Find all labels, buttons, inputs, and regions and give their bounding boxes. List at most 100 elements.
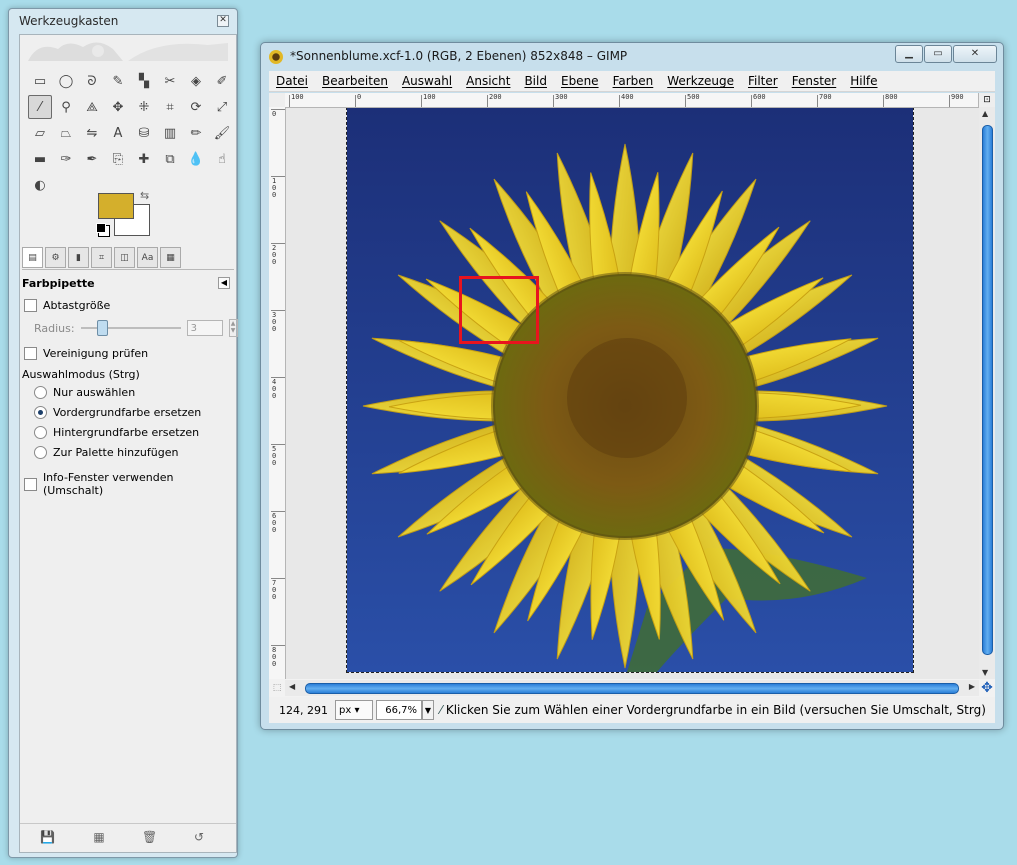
- align-icon[interactable]: ⁜: [132, 95, 156, 119]
- menu-datei[interactable]: Datei: [269, 74, 315, 88]
- radius-slider[interactable]: [80, 320, 181, 336]
- pick-mode-option[interactable]: Hintergrundfarbe ersetzen: [34, 426, 199, 439]
- menu-bearbeiten[interactable]: Bearbeiten: [315, 74, 395, 88]
- blur-icon[interactable]: 💧: [184, 147, 208, 171]
- info-window-row[interactable]: Info-Fenster verwenden (Umschalt): [24, 471, 236, 497]
- sample-merged-row[interactable]: Vereinigung prüfen: [24, 347, 148, 360]
- menu-ansicht[interactable]: Ansicht: [459, 74, 517, 88]
- foreground-color-swatch[interactable]: [98, 193, 134, 219]
- toolbox-close-button[interactable]: ✕: [217, 15, 229, 27]
- wilber-drop-area-icon[interactable]: [28, 39, 228, 61]
- ellipse-select-icon[interactable]: ◯: [54, 69, 78, 93]
- tool-options-tab[interactable]: ▤: [22, 247, 43, 268]
- flip-icon[interactable]: ⇋: [80, 121, 104, 145]
- scroll-left-icon[interactable]: ◀: [289, 682, 295, 691]
- bucket-fill-icon[interactable]: ⛁: [132, 121, 156, 145]
- pick-mode-radio[interactable]: [34, 406, 47, 419]
- pick-mode-option[interactable]: Nur auswählen: [34, 386, 135, 399]
- measure-icon[interactable]: ⟁: [80, 95, 104, 119]
- free-select-icon[interactable]: ᘐ: [80, 69, 104, 93]
- horizontal-ruler[interactable]: 100 0 100 200 300 400 500 600 700 800 900: [285, 93, 979, 108]
- swap-colors-icon[interactable]: ⇆: [140, 189, 149, 202]
- menu-filter[interactable]: Filter: [741, 74, 785, 88]
- menu-werkzeuge[interactable]: Werkzeuge: [660, 74, 741, 88]
- paintbrush-icon[interactable]: 🖌: [210, 121, 234, 145]
- perspective-icon[interactable]: ⏢: [54, 121, 78, 145]
- pick-mode-radio[interactable]: [34, 426, 47, 439]
- menu-ebene[interactable]: Ebene: [554, 74, 606, 88]
- sample-merged-checkbox[interactable]: [24, 347, 37, 360]
- select-by-color-icon[interactable]: ▚: [132, 69, 156, 93]
- pick-mode-radio[interactable]: [34, 386, 47, 399]
- rotate-icon[interactable]: ⟳: [184, 95, 208, 119]
- scale-icon[interactable]: ⤢: [210, 95, 234, 119]
- gradients-tab[interactable]: ▦: [160, 247, 181, 268]
- fonts-tab[interactable]: Aa: [137, 247, 158, 268]
- save-options-icon[interactable]: 💾: [40, 830, 55, 844]
- reset-options-icon[interactable]: ↺: [192, 830, 206, 844]
- pencil-icon[interactable]: ✏: [184, 121, 208, 145]
- menu-fenster[interactable]: Fenster: [785, 74, 844, 88]
- fuzzy-select-icon[interactable]: ✎: [106, 69, 130, 93]
- crop-icon[interactable]: ⌗: [158, 95, 182, 119]
- radius-spin-arrows-icon[interactable]: ▲ ▼: [228, 319, 238, 337]
- rect-select-icon[interactable]: ▭: [28, 69, 52, 93]
- smudge-icon[interactable]: ☝: [210, 147, 234, 171]
- heal-icon[interactable]: ✚: [132, 147, 156, 171]
- menu-hilfe[interactable]: Hilfe: [843, 74, 884, 88]
- pick-mode-option[interactable]: Zur Palette hinzufügen: [34, 446, 178, 459]
- collapse-icon[interactable]: ◀: [218, 277, 230, 289]
- sample-average-checkbox[interactable]: [24, 299, 37, 312]
- minimize-button[interactable]: ▁: [895, 45, 923, 63]
- delete-options-icon[interactable]: 🗑: [142, 830, 157, 844]
- sunflower-image[interactable]: [346, 108, 914, 673]
- images-tab[interactable]: ◫: [114, 247, 135, 268]
- airbrush-icon[interactable]: ✑: [54, 147, 78, 171]
- zoom-to-window-icon[interactable]: ⊡: [978, 93, 995, 107]
- maximize-button[interactable]: ▭: [924, 45, 952, 63]
- device-status-tab[interactable]: ⚙: [45, 247, 66, 268]
- vertical-ruler[interactable]: 0 100 200 300 400 500 600 700 800: [269, 107, 286, 679]
- zoom-icon[interactable]: ⚲: [54, 95, 78, 119]
- scroll-right-icon[interactable]: ▶: [969, 682, 975, 691]
- undo-history-tab[interactable]: ▮: [68, 247, 89, 268]
- color-picker-icon[interactable]: ⁄: [28, 95, 52, 119]
- pick-mode-radio[interactable]: [34, 446, 47, 459]
- paths-icon[interactable]: ✐: [210, 69, 234, 93]
- canvas-viewport[interactable]: [286, 108, 979, 679]
- info-window-checkbox[interactable]: [24, 477, 37, 491]
- dodge-burn-icon[interactable]: ◐: [28, 173, 52, 197]
- text-icon[interactable]: A: [106, 121, 130, 145]
- horizontal-scrollbar[interactable]: ◀ ▶: [285, 680, 979, 696]
- pick-mode-option[interactable]: Vordergrundfarbe ersetzen: [34, 406, 201, 419]
- navigate-icon[interactable]: ✥: [979, 680, 995, 696]
- ink-icon[interactable]: ✒: [80, 147, 104, 171]
- clone-icon[interactable]: ⎘: [106, 147, 130, 171]
- perspective-clone-icon[interactable]: ⧉: [158, 147, 182, 171]
- vertical-scroll-thumb[interactable]: [982, 125, 993, 655]
- sample-average-row[interactable]: Abtastgröße: [24, 299, 110, 312]
- shear-icon[interactable]: ▱: [28, 121, 52, 145]
- reset-colors-icon[interactable]: [96, 223, 106, 233]
- foreground-select-icon[interactable]: ◈: [184, 69, 208, 93]
- zoom-dropdown-icon[interactable]: ▼: [422, 700, 434, 720]
- horizontal-scroll-thumb[interactable]: [305, 683, 959, 694]
- menu-auswahl[interactable]: Auswahl: [395, 74, 459, 88]
- quick-mask-icon[interactable]: ⬚: [269, 680, 285, 696]
- scroll-down-icon[interactable]: ▼: [982, 668, 988, 677]
- vertical-scrollbar[interactable]: ▲ ▼: [979, 107, 995, 679]
- restore-options-icon[interactable]: ▦: [92, 830, 106, 844]
- unit-select[interactable]: px ▾: [335, 700, 373, 720]
- paths-tab[interactable]: ⌗: [91, 247, 112, 268]
- radius-slider-handle[interactable]: [96, 320, 108, 336]
- scroll-up-icon[interactable]: ▲: [982, 109, 988, 118]
- move-icon[interactable]: ✥: [106, 95, 130, 119]
- zoom-input[interactable]: 66,7%: [376, 700, 422, 720]
- blend-icon[interactable]: ▥: [158, 121, 182, 145]
- eraser-icon[interactable]: ▬: [28, 147, 52, 171]
- close-window-button[interactable]: ✕: [953, 45, 997, 63]
- menu-farben[interactable]: Farben: [606, 74, 661, 88]
- scissors-select-icon[interactable]: ✂: [158, 69, 182, 93]
- radius-input[interactable]: 3: [186, 320, 223, 336]
- menu-bild[interactable]: Bild: [517, 74, 554, 88]
